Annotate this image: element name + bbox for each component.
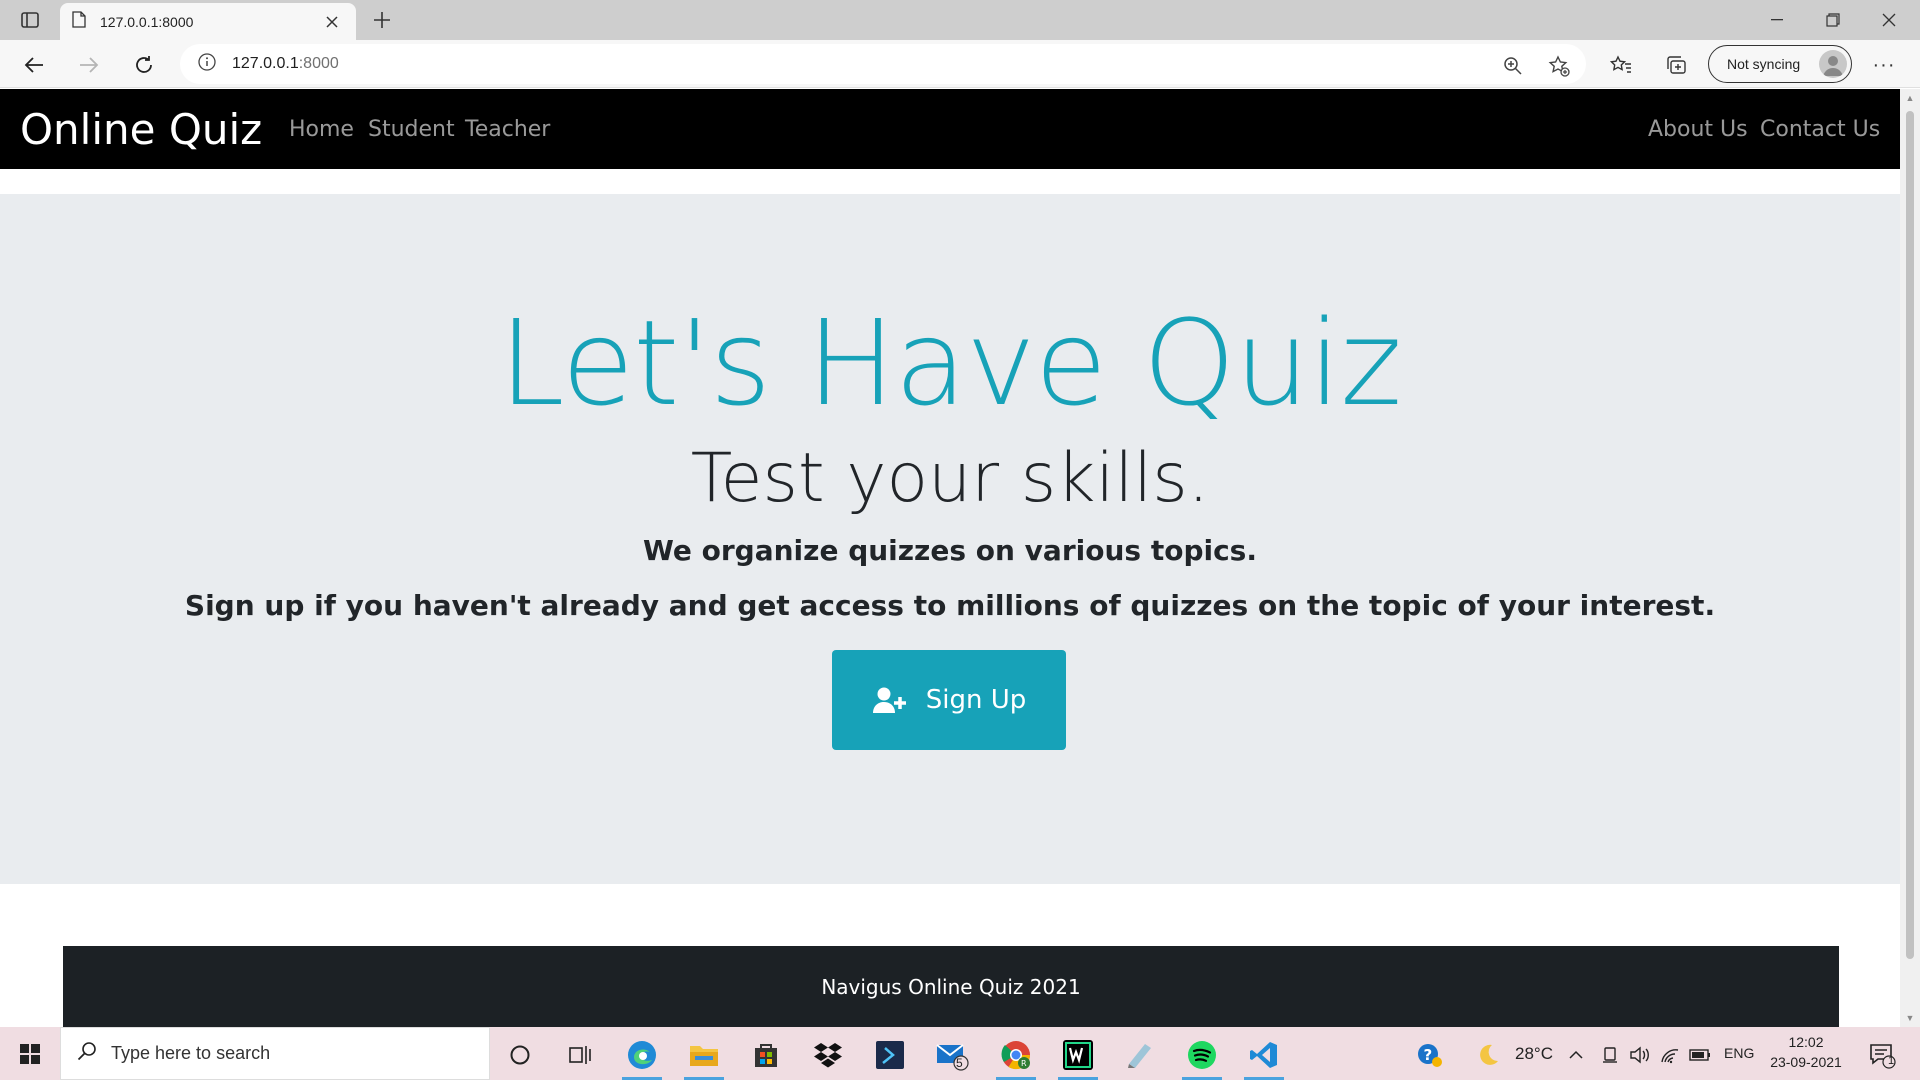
hero-subtitle: Test your skills. [690,439,1210,518]
sign-up-label: Sign Up [925,685,1027,715]
hero-jumbotron: Let's Have Quiz Test your skills. We org… [0,194,1900,884]
tab-actions-icon[interactable] [14,8,46,32]
cortana-icon[interactable] [500,1035,540,1075]
chrome-icon[interactable]: R [996,1035,1036,1075]
wifi-icon[interactable] [1656,1035,1684,1075]
windows-start-icon[interactable] [0,1027,60,1080]
mail-badge: 5 [956,1056,963,1070]
address-bar: 127.0.0.1:8000 Not syncing ··· [0,40,1920,88]
more-options-icon[interactable]: ··· [1864,48,1904,82]
taskbar-search-input[interactable]: Type here to search [60,1027,490,1080]
weather-icon[interactable] [1468,1035,1508,1075]
mail-icon[interactable]: 5 [932,1035,972,1075]
minimize-icon[interactable] [1754,4,1800,36]
nav-home[interactable]: Home [289,117,354,142]
sign-up-button[interactable]: Sign Up [832,650,1066,750]
tab-strip: 127.0.0.1:8000 [0,0,1920,40]
new-tab-icon[interactable] [368,6,396,34]
svg-text:R: R [1021,1059,1027,1068]
footer-text: Navigus Online Quiz 2021 [821,974,1081,999]
url-host: 127.0.0.1 [232,55,299,72]
hero-signup-prompt: Sign up if you haven't already and get a… [184,589,1716,622]
tab-title: 127.0.0.1:8000 [100,13,194,30]
restore-icon[interactable] [1810,4,1856,36]
hero-description: We organize quizzes on various topics. [643,534,1257,567]
clock-date: 23-09-2021 [1770,1054,1842,1070]
close-window-icon[interactable] [1866,4,1912,36]
url-text: 127.0.0.1:8000 [232,55,339,73]
back-icon[interactable] [17,48,51,82]
browser-tab[interactable]: 127.0.0.1:8000 [60,3,356,40]
hero-title: Let's Have Quiz [498,294,1402,432]
search-icon [77,1041,97,1066]
sync-label: Not syncing [1727,56,1801,72]
page-scrollbar[interactable]: ▲ ▼ [1900,89,1920,1027]
svg-text:?: ? [1424,1046,1433,1064]
site-footer: Navigus Online Quiz 2021 [63,946,1839,1027]
file-explorer-icon[interactable] [684,1035,724,1075]
weather-temperature[interactable]: 28°C [1515,1044,1553,1064]
nav-about-us[interactable]: About Us [1648,117,1748,142]
notification-center-icon[interactable]: 1 [1862,1035,1902,1075]
spotify-icon[interactable] [1182,1035,1222,1075]
site-info-icon[interactable] [198,52,216,76]
battery-icon[interactable] [1686,1035,1714,1075]
nav-contact-us[interactable]: Contact Us [1760,117,1880,142]
user-plus-icon [872,687,906,713]
help-icon[interactable]: ? [1410,1035,1450,1075]
device-icon[interactable] [1596,1035,1624,1075]
refresh-icon[interactable] [127,48,161,82]
clock[interactable]: 12:02 23-09-2021 [1764,1031,1848,1077]
task-view-icon[interactable] [560,1035,600,1075]
page-viewport: Online Quiz Home Student Teacher About U… [0,89,1900,1027]
dropbox-icon[interactable] [808,1035,848,1075]
windows-taskbar: Type here to search 5 R ? 28°C ENG 12:02… [0,1027,1920,1080]
notification-count: 1 [1888,1055,1895,1067]
edge-icon[interactable] [622,1035,662,1075]
url-port: :8000 [298,55,339,72]
add-favorite-icon[interactable] [1544,51,1574,81]
close-tab-icon[interactable] [320,10,344,34]
search-placeholder: Type here to search [111,1043,271,1063]
site-navbar: Online Quiz Home Student Teacher About U… [0,89,1900,169]
chevron-up-icon[interactable] [1562,1035,1590,1075]
avatar-icon [1819,50,1847,78]
powershell-icon[interactable] [870,1035,910,1075]
collections-icon[interactable] [1659,48,1693,82]
scroll-down-icon[interactable]: ▼ [1905,1013,1915,1023]
url-field[interactable]: 127.0.0.1:8000 [180,44,1586,84]
store-icon[interactable] [746,1035,786,1075]
page-icon [72,10,86,33]
vscode-icon[interactable] [1244,1035,1284,1075]
clock-time: 12:02 [1788,1034,1824,1050]
scroll-up-icon[interactable]: ▲ [1905,93,1915,103]
forward-icon[interactable] [72,48,106,82]
language-indicator[interactable]: ENG [1724,1045,1754,1061]
volume-icon[interactable] [1626,1035,1654,1075]
scroll-thumb[interactable] [1906,111,1914,959]
profile-sync-button[interactable]: Not syncing [1708,45,1852,83]
notes-app-icon[interactable] [1120,1035,1160,1075]
zoom-icon[interactable] [1498,51,1528,81]
favorites-icon[interactable] [1604,48,1638,82]
webstorm-icon[interactable] [1058,1035,1098,1075]
brand-link[interactable]: Online Quiz [20,105,262,154]
nav-student[interactable]: Student [368,117,455,142]
nav-teacher[interactable]: Teacher [465,117,550,142]
